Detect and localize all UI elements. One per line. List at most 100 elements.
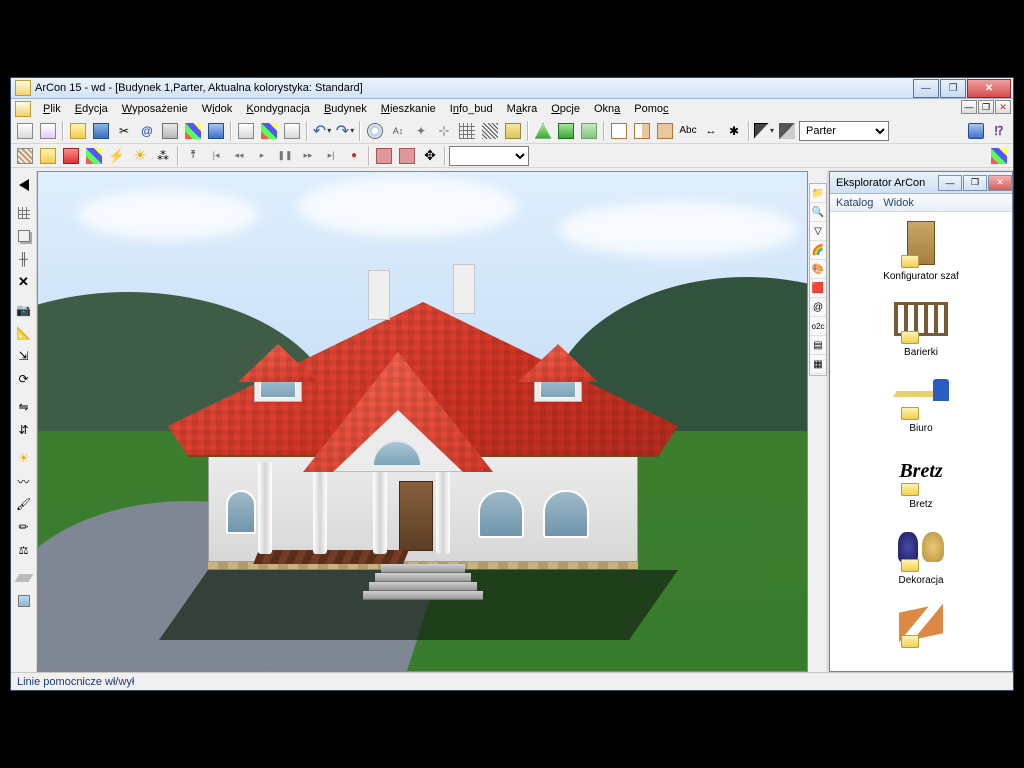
hatch-button[interactable]: [479, 120, 501, 142]
catalog-item-konfigurator[interactable]: Konfigurator szaf: [834, 218, 1008, 282]
help-button[interactable]: ⁉: [988, 120, 1010, 142]
door1-button[interactable]: [373, 145, 395, 167]
ruler-button[interactable]: [502, 120, 524, 142]
terrain2-button[interactable]: [555, 120, 577, 142]
paint-tool[interactable]: ✏: [13, 516, 35, 538]
vcr-first-button[interactable]: |◂: [205, 145, 227, 167]
info-button[interactable]: [965, 120, 987, 142]
side-filter-button[interactable]: ▽: [810, 223, 826, 241]
light-tool[interactable]: ☀: [13, 447, 35, 469]
side-materials-button[interactable]: 🎨: [810, 261, 826, 279]
redo-button[interactable]: ↷: [334, 120, 356, 142]
shade2-button[interactable]: [776, 120, 798, 142]
catalog-item-dekoracja[interactable]: Dekoracja: [834, 522, 1008, 586]
side-o2c-button[interactable]: o2c: [810, 318, 826, 336]
explorer-catalog[interactable]: Konfigurator szaf Barierki: [830, 212, 1012, 671]
side-colors-button[interactable]: 🌈: [810, 242, 826, 260]
menu-mieszkanie[interactable]: Mieszkanie: [375, 101, 442, 117]
terrain3-button[interactable]: [578, 120, 600, 142]
save-button[interactable]: [90, 120, 112, 142]
guides-tool[interactable]: ╫: [13, 248, 35, 270]
pointer-tool[interactable]: [13, 174, 35, 196]
palette-button[interactable]: [988, 145, 1010, 167]
objects-button[interactable]: [258, 120, 280, 142]
vcr-next-button[interactable]: ▸▸: [297, 145, 319, 167]
scale-tool[interactable]: ⚖: [13, 539, 35, 561]
vcr-prev-button[interactable]: ◂◂: [228, 145, 250, 167]
explorer-close-button[interactable]: ✕: [988, 175, 1012, 191]
mdi-system-icon[interactable]: [15, 101, 31, 117]
export-button[interactable]: [205, 120, 227, 142]
vcr-last-button[interactable]: ▸|: [320, 145, 342, 167]
bolt-icon[interactable]: ⚡: [106, 145, 128, 167]
explorer-titlebar[interactable]: Eksplorator ArCon — ❐ ✕: [830, 172, 1012, 194]
shade-button[interactable]: [753, 120, 775, 142]
render-textured-button[interactable]: [83, 145, 105, 167]
door2-button[interactable]: [396, 145, 418, 167]
vcr-rec-button[interactable]: ●: [343, 145, 365, 167]
copy-tool[interactable]: [13, 225, 35, 247]
menu-pomoc[interactable]: Pomoc: [628, 101, 674, 117]
vcr-play-button[interactable]: ▸: [251, 145, 273, 167]
snap-button[interactable]: ✱: [723, 120, 745, 142]
elevation-button[interactable]: [654, 120, 676, 142]
menu-infobud[interactable]: Info_bud: [444, 101, 499, 117]
path-tool[interactable]: 〰: [13, 470, 35, 492]
rotate-tool[interactable]: ⟳: [13, 368, 35, 390]
at-button[interactable]: @: [136, 120, 158, 142]
text-button[interactable]: Abc: [677, 120, 699, 142]
menu-wyposazenie[interactable]: Wyposażenie: [116, 101, 194, 117]
mirror-v-tool[interactable]: ⇋: [13, 396, 35, 418]
explorer-maximize-button[interactable]: ❐: [963, 175, 987, 191]
sun-icon[interactable]: ☀: [129, 145, 151, 167]
spray-icon[interactable]: ⁂: [152, 145, 174, 167]
print-button[interactable]: [159, 120, 181, 142]
close-button[interactable]: ✕: [967, 79, 1011, 98]
menu-makra[interactable]: Makra: [501, 101, 544, 117]
menu-plik[interactable]: Plik: [37, 101, 67, 117]
menu-opcje[interactable]: Opcje: [545, 101, 586, 117]
cut-button[interactable]: ✂: [113, 120, 135, 142]
dimension-button[interactable]: ↔: [700, 120, 722, 142]
terrain1-button[interactable]: [532, 120, 554, 142]
mdi-close-button[interactable]: ✕: [995, 100, 1011, 114]
zoom-button[interactable]: [364, 120, 386, 142]
delete-tool[interactable]: ✕: [13, 271, 35, 293]
menu-kondygnacja[interactable]: Kondygnacja: [240, 101, 316, 117]
walk-button[interactable]: ⤒: [182, 145, 204, 167]
select-group-tool[interactable]: [13, 202, 35, 224]
camera-tool[interactable]: 📷: [13, 299, 35, 321]
explorer-button[interactable]: [182, 120, 204, 142]
side-search-button[interactable]: 🔍: [810, 204, 826, 222]
layers-button[interactable]: [281, 120, 303, 142]
explorer-minimize-button[interactable]: —: [938, 175, 962, 191]
menu-budynek[interactable]: Budynek: [318, 101, 373, 117]
grid-button[interactable]: [456, 120, 478, 142]
templates-button[interactable]: [37, 120, 59, 142]
slab-tool[interactable]: [13, 567, 35, 589]
menu-edycja[interactable]: Edycja: [69, 101, 114, 117]
measure-tool[interactable]: 📐: [13, 322, 35, 344]
side-texture-button[interactable]: 🟥: [810, 280, 826, 298]
picture-tool[interactable]: [13, 590, 35, 612]
window-button[interactable]: [235, 120, 257, 142]
maximize-button[interactable]: ❐: [940, 79, 966, 98]
viewport-3d[interactable]: [37, 171, 808, 672]
catalog-item-bretz[interactable]: Bretz Bretz: [834, 446, 1008, 510]
new-project-button[interactable]: [14, 120, 36, 142]
vcr-pause-button[interactable]: ❚❚: [274, 145, 296, 167]
mdi-restore-button[interactable]: ❐: [978, 100, 994, 114]
minimize-button[interactable]: —: [913, 79, 939, 98]
undo-button[interactable]: ↶: [311, 120, 333, 142]
align-tool[interactable]: ⇲: [13, 345, 35, 367]
floorplan-button[interactable]: [608, 120, 630, 142]
menu-widok[interactable]: Widok: [196, 101, 239, 117]
side-folder-button[interactable]: 📁: [810, 185, 826, 203]
center-button[interactable]: ✦: [410, 120, 432, 142]
move-icon[interactable]: ✥: [419, 145, 441, 167]
catalog-item-biuro[interactable]: Biuro: [834, 370, 1008, 434]
render-wireframe-button[interactable]: [14, 145, 36, 167]
zoom-text-button[interactable]: A↕: [387, 120, 409, 142]
section-button[interactable]: [631, 120, 653, 142]
material-tool[interactable]: 🖌: [13, 493, 35, 515]
